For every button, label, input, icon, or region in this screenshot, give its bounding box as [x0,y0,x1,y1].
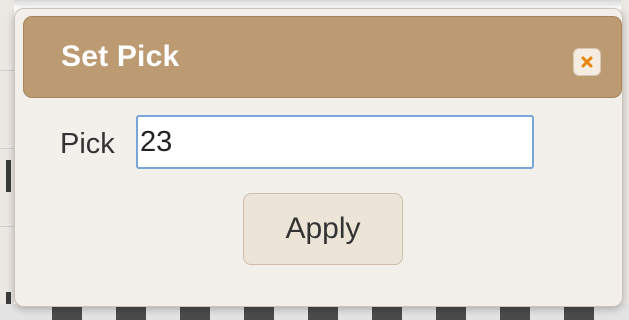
background-block [244,307,274,320]
dialog-title: Set Pick [61,40,180,73]
background-tick [6,160,11,192]
close-icon [581,56,593,68]
background-top-border [0,0,629,6]
set-pick-dialog: Set Pick Pick Apply [14,8,623,307]
pick-input[interactable] [136,115,534,169]
background-gridline [0,148,14,149]
close-button[interactable] [573,48,601,76]
background-block [116,307,146,320]
background-gridline [0,226,14,227]
pick-label: Pick [60,128,115,160]
background-block [308,307,338,320]
background-block [180,307,210,320]
apply-button[interactable]: Apply [243,193,403,265]
background-block [52,307,82,320]
background-block [500,307,530,320]
background-block [372,307,402,320]
background-block [436,307,466,320]
background-block [564,307,594,320]
dialog-titlebar[interactable]: Set Pick [23,16,622,98]
background-gridline [0,70,14,71]
